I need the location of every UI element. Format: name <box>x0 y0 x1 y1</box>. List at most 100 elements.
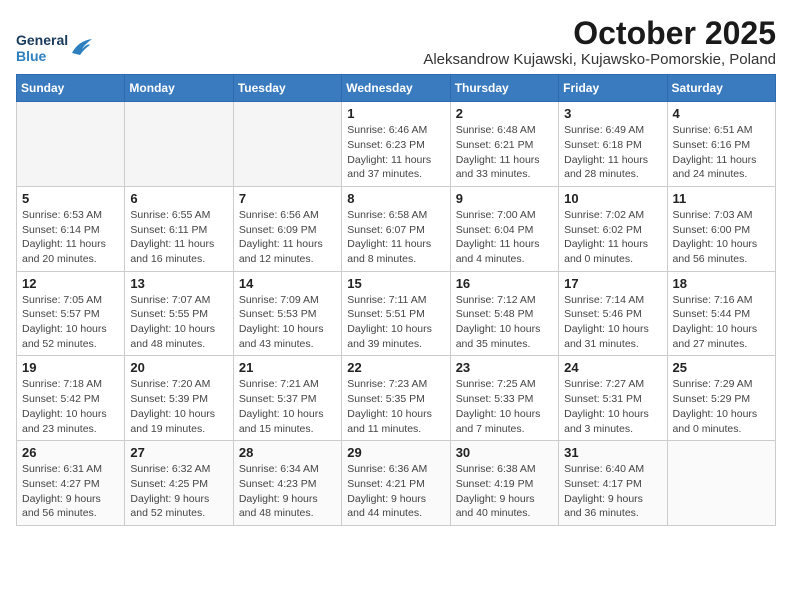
day-number: 18 <box>673 276 770 291</box>
day-info: Sunrise: 7:16 AM Sunset: 5:44 PM Dayligh… <box>673 293 770 352</box>
col-header-friday: Friday <box>559 75 667 102</box>
week-row-1: 1Sunrise: 6:46 AM Sunset: 6:23 PM Daylig… <box>17 102 776 187</box>
day-number: 15 <box>347 276 444 291</box>
week-row-4: 19Sunrise: 7:18 AM Sunset: 5:42 PM Dayli… <box>17 356 776 441</box>
week-row-2: 5 Sunrise: 6:53 AM Sunset: 6:14 PM Daylig… <box>17 186 776 271</box>
day-number: 2 <box>456 106 553 121</box>
day-info: Sunrise: 7:25 AM Sunset: 5:33 PM Dayligh… <box>456 377 553 436</box>
day-number: 19 <box>22 360 119 375</box>
calendar-cell <box>667 441 775 526</box>
calendar-cell: 16 Sunrise: 7:12 AM Sunset: 5:48 PM Dayli… <box>450 271 558 356</box>
calendar-cell: 5 Sunrise: 6:53 AM Sunset: 6:14 PM Daylig… <box>17 186 125 271</box>
day-info: Sunrise: 7:05 AM Sunset: 5:57 PM Dayligh… <box>22 293 119 352</box>
calendar-cell: 31 Sunrise: 6:40 AM Sunset: 4:17 PM Dayli… <box>559 441 667 526</box>
day-number: 1 <box>347 106 444 121</box>
day-info: Sunrise: 6:38 AM Sunset: 4:19 PM Dayligh… <box>456 462 553 521</box>
day-info: Sunrise: 7:29 AM Sunset: 5:29 PM Dayligh… <box>673 377 770 436</box>
day-number: 4 <box>673 106 770 121</box>
calendar-cell: 4 Sunrise: 6:51 AM Sunset: 6:16 PM Daylig… <box>667 102 775 187</box>
day-number: 21 <box>239 360 336 375</box>
day-number: 29 <box>347 445 444 460</box>
day-info: Sunrise: 6:36 AM Sunset: 4:21 PM Dayligh… <box>347 462 444 521</box>
logo-bird-icon <box>70 39 92 57</box>
day-info: Sunrise: 6:56 AM Sunset: 6:09 PM Dayligh… <box>239 208 336 267</box>
calendar-cell: 2Sunrise: 6:48 AM Sunset: 6:21 PM Daylig… <box>450 102 558 187</box>
day-info: Sunrise: 6:32 AM Sunset: 4:25 PM Dayligh… <box>130 462 227 521</box>
calendar-cell: 11 Sunrise: 7:03 AM Sunset: 6:00 PM Dayli… <box>667 186 775 271</box>
week-row-5: 26Sunrise: 6:31 AM Sunset: 4:27 PM Dayli… <box>17 441 776 526</box>
day-number: 30 <box>456 445 553 460</box>
calendar-cell: 24 Sunrise: 7:27 AM Sunset: 5:31 PM Dayli… <box>559 356 667 441</box>
calendar-cell: 6 Sunrise: 6:55 AM Sunset: 6:11 PM Daylig… <box>125 186 233 271</box>
day-info: Sunrise: 7:21 AM Sunset: 5:37 PM Dayligh… <box>239 377 336 436</box>
week-row-3: 12 Sunrise: 7:05 AM Sunset: 5:57 PM Dayli… <box>17 271 776 356</box>
day-info: Sunrise: 6:53 AM Sunset: 6:14 PM Dayligh… <box>22 208 119 267</box>
day-info: Sunrise: 6:34 AM Sunset: 4:23 PM Dayligh… <box>239 462 336 521</box>
col-header-saturday: Saturday <box>667 75 775 102</box>
day-number: 24 <box>564 360 661 375</box>
day-number: 17 <box>564 276 661 291</box>
month-title: October 2025 <box>92 16 776 51</box>
col-header-thursday: Thursday <box>450 75 558 102</box>
day-number: 11 <box>673 191 770 206</box>
calendar-cell: 14Sunrise: 7:09 AM Sunset: 5:53 PM Dayli… <box>233 271 341 356</box>
header-row: SundayMondayTuesdayWednesdayThursdayFrid… <box>17 75 776 102</box>
calendar-cell: 8 Sunrise: 6:58 AM Sunset: 6:07 PM Daylig… <box>342 186 450 271</box>
calendar-cell: 19Sunrise: 7:18 AM Sunset: 5:42 PM Dayli… <box>17 356 125 441</box>
location-title: Aleksandrow Kujawski, Kujawsko-Pomorskie… <box>92 51 776 68</box>
page-header: General Blue October 2025 Aleksandrow Ku… <box>16 16 776 68</box>
calendar-cell: 9 Sunrise: 7:00 AM Sunset: 6:04 PM Daylig… <box>450 186 558 271</box>
day-info: Sunrise: 7:03 AM Sunset: 6:00 PM Dayligh… <box>673 208 770 267</box>
day-info: Sunrise: 7:12 AM Sunset: 5:48 PM Dayligh… <box>456 293 553 352</box>
calendar-table: SundayMondayTuesdayWednesdayThursdayFrid… <box>16 74 776 526</box>
day-info: Sunrise: 7:14 AM Sunset: 5:46 PM Dayligh… <box>564 293 661 352</box>
day-info: Sunrise: 7:09 AM Sunset: 5:53 PM Dayligh… <box>239 293 336 352</box>
logo-blue-text: Blue <box>16 48 46 64</box>
day-number: 13 <box>130 276 227 291</box>
day-info: Sunrise: 7:02 AM Sunset: 6:02 PM Dayligh… <box>564 208 661 267</box>
day-number: 25 <box>673 360 770 375</box>
day-info: Sunrise: 6:55 AM Sunset: 6:11 PM Dayligh… <box>130 208 227 267</box>
day-number: 8 <box>347 191 444 206</box>
day-number: 12 <box>22 276 119 291</box>
calendar-cell: 20 Sunrise: 7:20 AM Sunset: 5:39 PM Dayli… <box>125 356 233 441</box>
day-number: 6 <box>130 191 227 206</box>
day-number: 31 <box>564 445 661 460</box>
calendar-cell: 30 Sunrise: 6:38 AM Sunset: 4:19 PM Dayli… <box>450 441 558 526</box>
calendar-cell: 15 Sunrise: 7:11 AM Sunset: 5:51 PM Dayli… <box>342 271 450 356</box>
day-info: Sunrise: 6:51 AM Sunset: 6:16 PM Dayligh… <box>673 123 770 182</box>
day-info: Sunrise: 6:58 AM Sunset: 6:07 PM Dayligh… <box>347 208 444 267</box>
calendar-cell: 23Sunrise: 7:25 AM Sunset: 5:33 PM Dayli… <box>450 356 558 441</box>
calendar-cell: 22Sunrise: 7:23 AM Sunset: 5:35 PM Dayli… <box>342 356 450 441</box>
logo: General Blue <box>16 32 92 64</box>
calendar-cell: 7 Sunrise: 6:56 AM Sunset: 6:09 PM Daylig… <box>233 186 341 271</box>
day-number: 28 <box>239 445 336 460</box>
day-info: Sunrise: 6:40 AM Sunset: 4:17 PM Dayligh… <box>564 462 661 521</box>
day-number: 7 <box>239 191 336 206</box>
calendar-cell: 10 Sunrise: 7:02 AM Sunset: 6:02 PM Dayli… <box>559 186 667 271</box>
calendar-cell: 21 Sunrise: 7:21 AM Sunset: 5:37 PM Dayli… <box>233 356 341 441</box>
day-info: Sunrise: 7:23 AM Sunset: 5:35 PM Dayligh… <box>347 377 444 436</box>
calendar-cell: 27Sunrise: 6:32 AM Sunset: 4:25 PM Dayli… <box>125 441 233 526</box>
day-number: 16 <box>456 276 553 291</box>
day-info: Sunrise: 7:11 AM Sunset: 5:51 PM Dayligh… <box>347 293 444 352</box>
day-number: 5 <box>22 191 119 206</box>
day-info: Sunrise: 7:27 AM Sunset: 5:31 PM Dayligh… <box>564 377 661 436</box>
col-header-wednesday: Wednesday <box>342 75 450 102</box>
day-info: Sunrise: 7:20 AM Sunset: 5:39 PM Dayligh… <box>130 377 227 436</box>
col-header-tuesday: Tuesday <box>233 75 341 102</box>
day-number: 10 <box>564 191 661 206</box>
calendar-body: 1Sunrise: 6:46 AM Sunset: 6:23 PM Daylig… <box>17 102 776 526</box>
calendar-cell: 17 Sunrise: 7:14 AM Sunset: 5:46 PM Dayli… <box>559 271 667 356</box>
header-right: October 2025 Aleksandrow Kujawski, Kujaw… <box>92 16 776 68</box>
day-number: 3 <box>564 106 661 121</box>
day-number: 9 <box>456 191 553 206</box>
col-header-monday: Monday <box>125 75 233 102</box>
calendar-cell: 26Sunrise: 6:31 AM Sunset: 4:27 PM Dayli… <box>17 441 125 526</box>
col-header-sunday: Sunday <box>17 75 125 102</box>
calendar-cell <box>125 102 233 187</box>
day-info: Sunrise: 7:07 AM Sunset: 5:55 PM Dayligh… <box>130 293 227 352</box>
day-number: 20 <box>130 360 227 375</box>
logo-general-text: General <box>16 32 68 48</box>
day-info: Sunrise: 7:00 AM Sunset: 6:04 PM Dayligh… <box>456 208 553 267</box>
